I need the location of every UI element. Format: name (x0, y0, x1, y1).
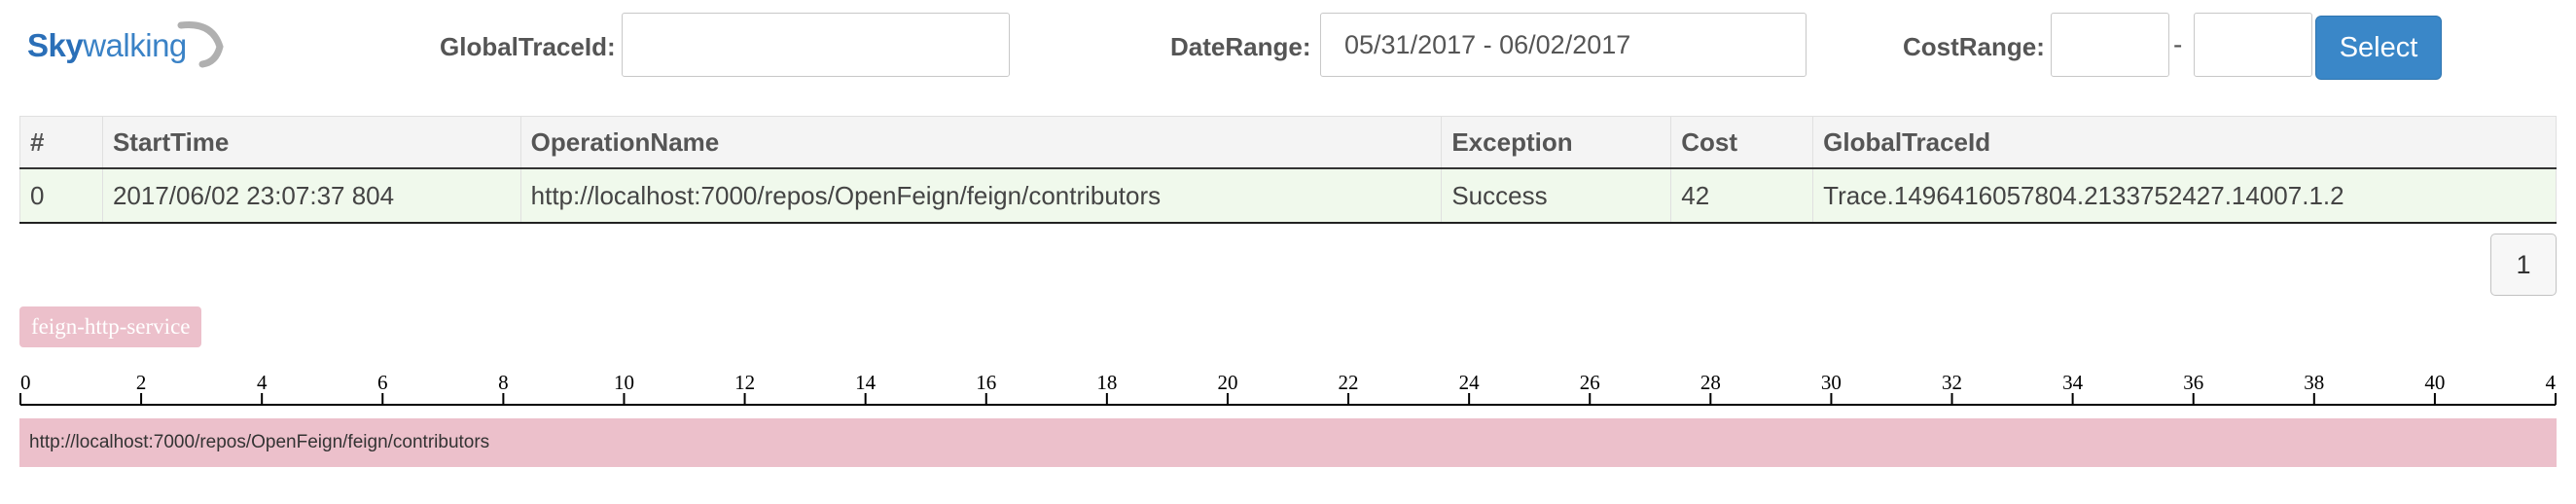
date-range-label: DateRange: (1170, 32, 1311, 61)
axis-tick-label: 26 (1580, 371, 1600, 394)
span-bar[interactable]: http://localhost:7000/repos/OpenFeign/fe… (19, 418, 2557, 467)
axis-tick-label: 32 (1942, 371, 1962, 394)
table-row[interactable]: 0 2017/06/02 23:07:37 804 http://localho… (19, 168, 2557, 224)
axis-tick-label: 12 (734, 371, 755, 394)
axis-tick-label: 18 (1096, 371, 1117, 394)
axis-tick-label: 34 (2062, 371, 2084, 394)
cell-cost: 42 (1670, 168, 1814, 224)
table-header-row: # StartTime OperationName Exception Cost… (19, 116, 2557, 169)
logo-arc-icon (177, 20, 224, 68)
axis-tick-label: 14 (855, 371, 877, 394)
axis-tick-label: 20 (1217, 371, 1237, 394)
logo-text: Skywalking (27, 27, 187, 64)
axis-tick-label: 40 (2424, 371, 2445, 394)
axis-tick-label: 0 (20, 371, 31, 394)
cell-operation-name: http://localhost:7000/repos/OpenFeign/fe… (519, 168, 1443, 224)
column-header-index: # (19, 116, 103, 169)
global-trace-id-label: GlobalTraceId: (440, 32, 616, 61)
pagination-page-button[interactable]: 1 (2490, 234, 2557, 296)
cell-start-time: 2017/06/02 23:07:37 804 (101, 168, 521, 224)
column-header-cost: Cost (1670, 116, 1814, 169)
date-range-input[interactable]: 05/31/2017 - 06/02/2017 (1320, 13, 1807, 77)
trace-table: # StartTime OperationName Exception Cost… (19, 116, 2557, 224)
cost-min-input[interactable] (2051, 13, 2169, 77)
axis-tick-label: 30 (1821, 371, 1842, 394)
skywalking-logo: Skywalking (27, 19, 224, 78)
cost-max-input[interactable] (2194, 13, 2312, 77)
cost-range-label: CostRange: (1903, 32, 2045, 61)
global-trace-id-input[interactable] (622, 13, 1010, 77)
column-header-operation-name: OperationName (519, 116, 1443, 169)
axis-tick-label: 8 (498, 371, 509, 394)
cell-index: 0 (19, 168, 103, 224)
axis-tick-label: 38 (2304, 371, 2324, 394)
axis-tick-label: 4 (257, 371, 268, 394)
column-header-global-trace-id: GlobalTraceId (1812, 116, 2557, 169)
logo-text-part2: walking (83, 27, 187, 63)
column-header-start-time: StartTime (101, 116, 521, 169)
axis-tick-label: 16 (976, 371, 996, 394)
column-header-exception: Exception (1441, 116, 1672, 169)
logo-text-part1: Sky (27, 27, 84, 63)
axis-tick-label: 24 (1459, 371, 1481, 394)
application-tag: feign-http-service (19, 306, 202, 347)
axis-tick-label: 2 (136, 371, 147, 394)
axis-tick-label: 22 (1339, 371, 1359, 394)
cell-exception: Success (1441, 168, 1672, 224)
timeline-axis: 0 2 4 6 8 10 12 14 16 18 20 22 24 26 28 30 32 34 36 38 40 4 (19, 371, 2557, 406)
cell-global-trace-id: Trace.1496416057804.2133752427.14007.1.2 (1812, 168, 2557, 224)
cost-range-separator: - (2173, 29, 2183, 59)
select-button[interactable]: Select (2315, 16, 2442, 80)
axis-tick-label: 28 (1700, 371, 1721, 394)
axis-tick-label: 4 (2546, 371, 2557, 394)
axis-tick-label: 10 (614, 371, 634, 394)
axis-tick-label: 6 (377, 371, 388, 394)
axis-tick-label: 36 (2183, 371, 2203, 394)
